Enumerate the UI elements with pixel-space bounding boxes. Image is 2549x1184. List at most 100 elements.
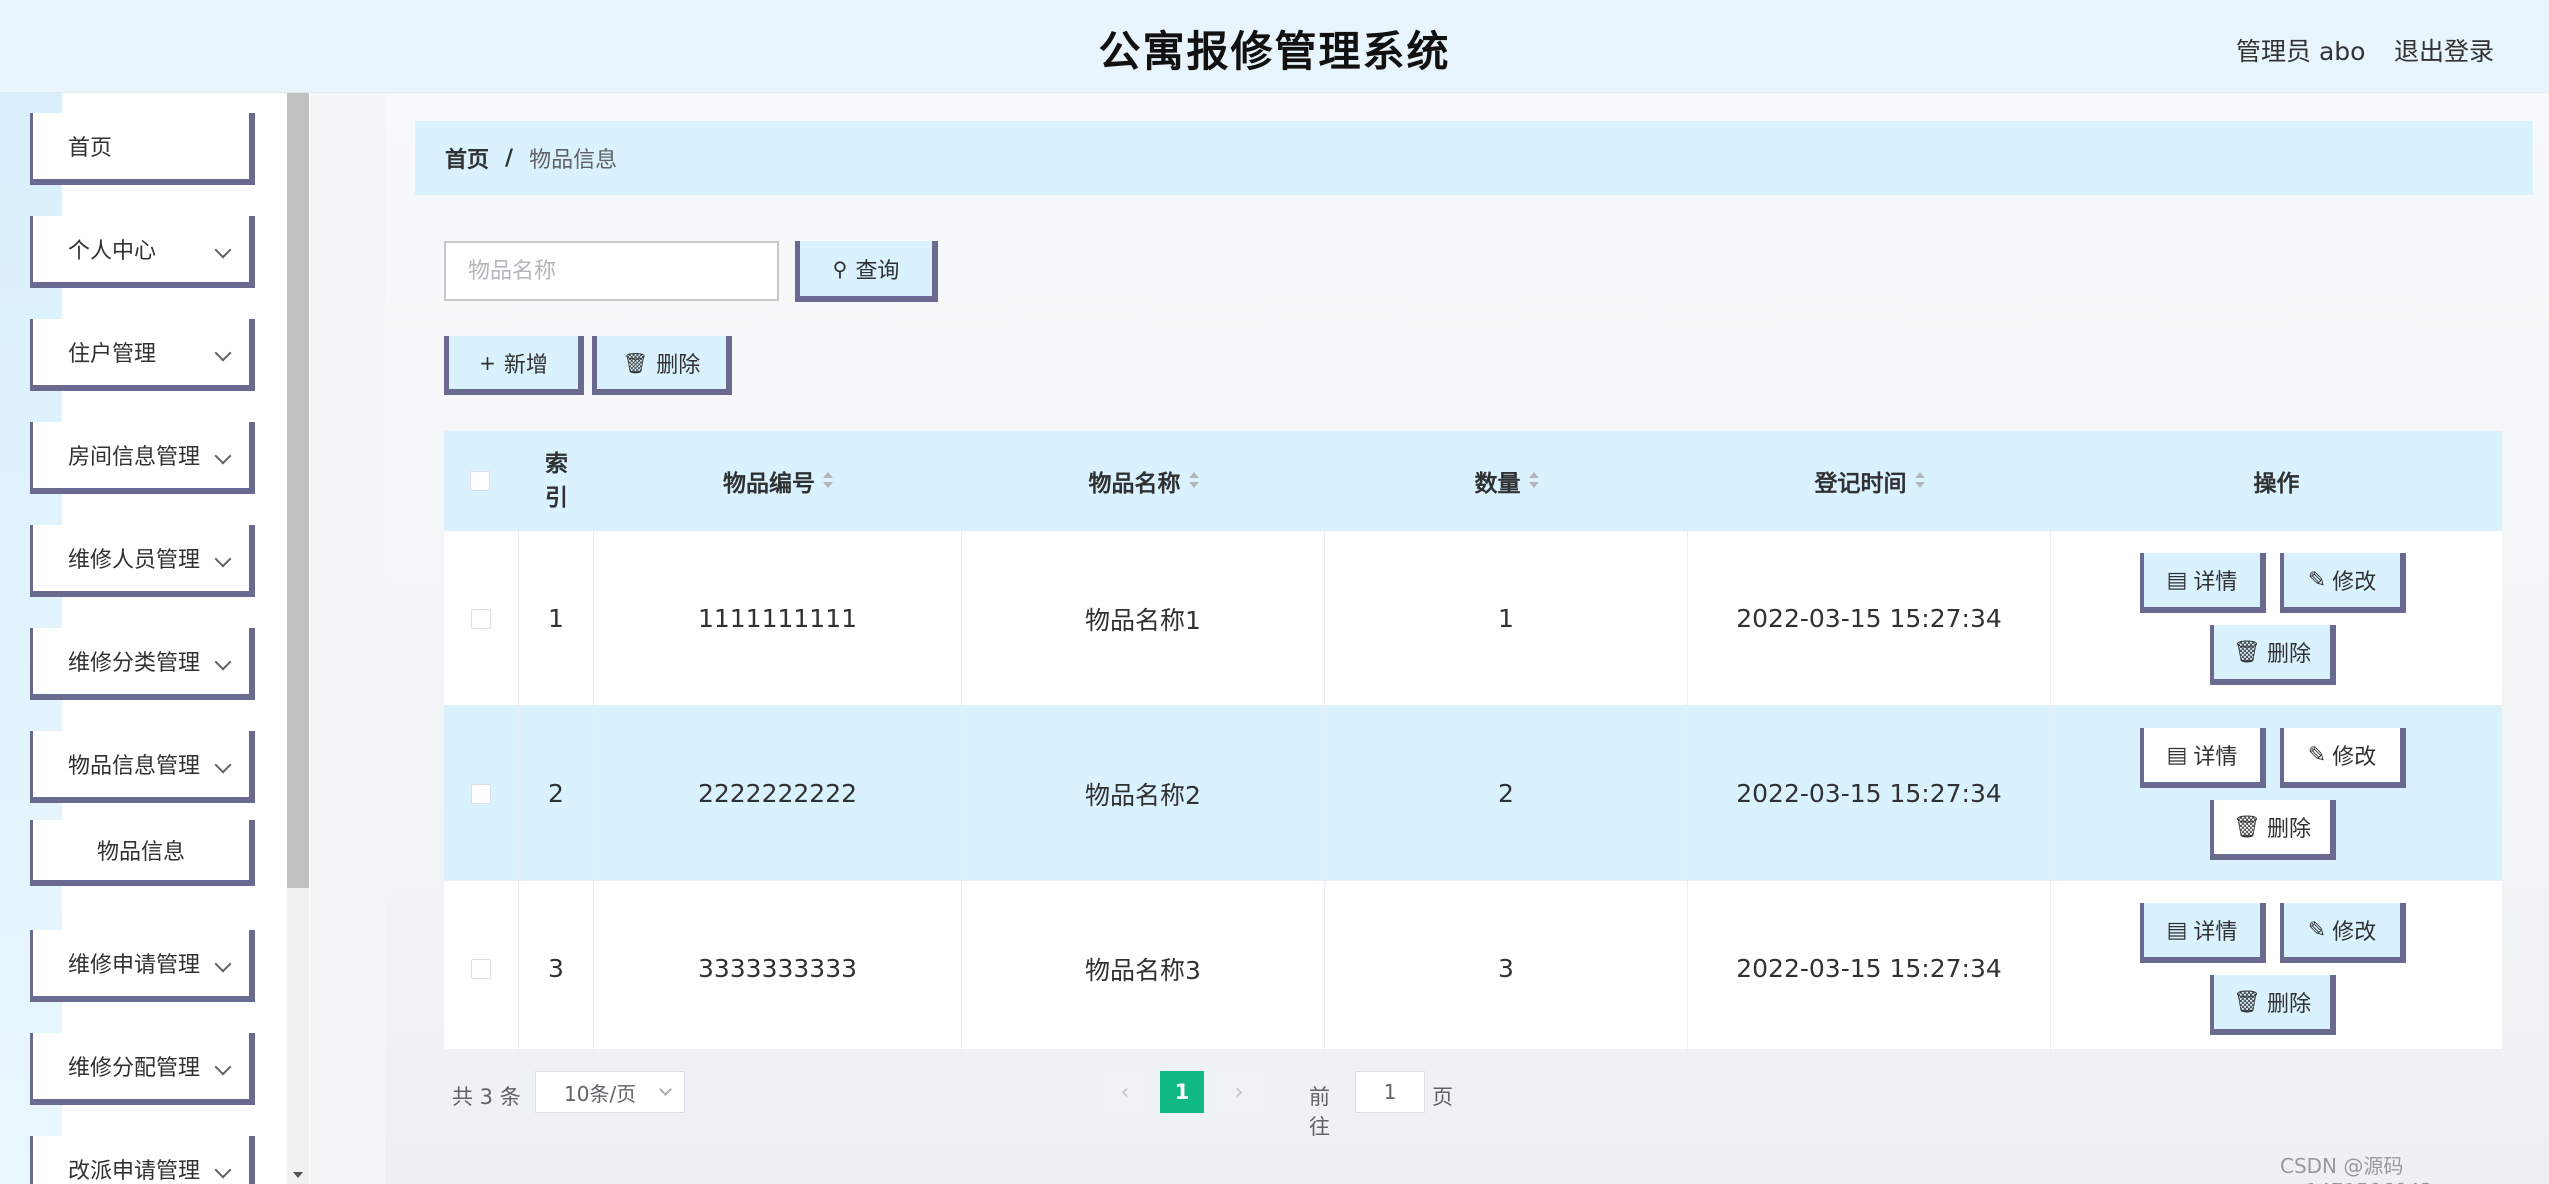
sidebar-item-label: 物品信息管理 (68, 754, 201, 779)
table-row: 3 3333333333 物品名称3 3 2022-03-15 15:27:34… (444, 881, 2502, 1056)
chevron-down-icon (214, 447, 232, 465)
chevron-down-icon (214, 1058, 232, 1076)
sidebar-item-repair-assignment-management[interactable]: 维修分配管理 (30, 1033, 255, 1105)
detail-button[interactable]: ▤ 详情 (2140, 903, 2266, 963)
goto-label: 前往 (1309, 1085, 1330, 1139)
breadcrumb-home[interactable]: 首页 (445, 142, 489, 174)
scroll-down-arrow-icon[interactable] (293, 1172, 303, 1178)
detail-button[interactable]: ▤ 详情 (2140, 553, 2266, 613)
sort-icon[interactable] (823, 472, 833, 490)
item-name-search-input[interactable] (444, 241, 779, 301)
cell-item-name: 物品名称3 (962, 881, 1325, 1056)
edit-button[interactable]: ✎ 修改 (2280, 553, 2406, 613)
chevron-down-icon (214, 653, 232, 671)
sidebar-item-personal-center[interactable]: 个人中心 (30, 216, 255, 288)
sidebar-item-label: 维修分类管理 (68, 651, 201, 676)
next-page-button[interactable]: › (1217, 1071, 1261, 1113)
document-icon: ▤ (2166, 567, 2188, 593)
items-table: 索引 物品编号 物品名称 数量 登记时间 操作 1 1111111111 物品名… (444, 431, 2502, 1056)
query-button-label: 查询 (855, 258, 900, 284)
goto-page-input[interactable] (1355, 1071, 1425, 1113)
chevron-down-icon (214, 756, 232, 774)
trash-icon: 🗑 (2233, 639, 2261, 665)
sidebar-item-label: 维修分配管理 (68, 1056, 201, 1081)
row-checkbox-cell (444, 531, 519, 706)
header-item-code[interactable]: 物品编号 (594, 431, 962, 531)
pagination: 共 3 条 10条/页 ‹ 1 › 前往 页 (452, 1071, 1453, 1139)
cell-item-code: 1111111111 (594, 531, 962, 706)
table-row: 2 2222222222 物品名称2 2 2022-03-15 15:27:34… (444, 706, 2502, 881)
header-register-time[interactable]: 登记时间 (1688, 431, 2051, 531)
sort-icon[interactable] (1914, 472, 1925, 490)
cell-item-name: 物品名称1 (962, 531, 1325, 706)
sidebar-item-resident-management[interactable]: 住户管理 (30, 319, 255, 391)
edit-button[interactable]: ✎ 修改 (2280, 728, 2406, 788)
sort-icon[interactable] (1528, 472, 1539, 490)
breadcrumb-separator: / (505, 145, 514, 171)
main-content: 首页 / 物品信息 ⚲ 查询 + 新增 🗑 删除 索引 物品编号 物品名称 数量 (385, 93, 2549, 1184)
delete-button[interactable]: 🗑 删除 (2210, 975, 2336, 1035)
cell-item-name: 物品名称2 (962, 706, 1325, 881)
row-checkbox[interactable] (471, 783, 491, 804)
cell-item-code: 3333333333 (594, 881, 962, 1056)
sidebar-item-label: 维修人员管理 (68, 548, 201, 573)
sidebar-item-repairer-management[interactable]: 维修人员管理 (30, 525, 255, 597)
sort-icon[interactable] (1188, 472, 1199, 490)
scrollbar-thumb[interactable] (287, 93, 309, 888)
breadcrumb: 首页 / 物品信息 (415, 121, 2533, 195)
sidebar-item-label: 维修申请管理 (68, 953, 201, 978)
sidebar-item-label: 首页 (68, 136, 113, 161)
detail-button[interactable]: ▤ 详情 (2140, 728, 2266, 788)
delete-button[interactable]: 🗑 删除 (2210, 800, 2336, 860)
sidebar-item-home[interactable]: 首页 (30, 113, 255, 185)
cell-register-time: 2022-03-15 15:27:34 (1688, 531, 2051, 706)
plus-icon: + (479, 350, 496, 375)
delete-button[interactable]: 🗑 删除 (2210, 625, 2336, 685)
cell-quantity: 3 (1325, 881, 1688, 1056)
app-title: 公寓报修管理系统 (1098, 27, 1451, 76)
sidebar-item-label: 住户管理 (68, 342, 157, 367)
query-button[interactable]: ⚲ 查询 (795, 241, 938, 302)
sidebar-item-reassign-request-management[interactable]: 改派申请管理 (30, 1136, 255, 1184)
sidebar-item-label: 个人中心 (68, 239, 157, 264)
row-checkbox[interactable] (471, 608, 491, 629)
trash-icon: 🗑 (622, 350, 649, 375)
edit-button[interactable]: ✎ 修改 (2280, 903, 2406, 963)
current-user: 管理员 abo (2236, 37, 2366, 66)
search-icon: ⚲ (832, 256, 848, 281)
row-checkbox[interactable] (471, 958, 491, 979)
page-size-select[interactable]: 10条/页 (535, 1071, 685, 1113)
prev-page-button[interactable]: ‹ (1103, 1071, 1147, 1113)
document-icon: ▤ (2166, 917, 2188, 943)
add-button[interactable]: + 新增 (444, 336, 584, 395)
watermark: CSDN @源码qq1471506043 (2280, 1154, 2433, 1184)
goto-suffix: 页 (1432, 1085, 1453, 1109)
sidebar-item-repair-request-management[interactable]: 维修申请管理 (30, 930, 255, 1002)
cell-quantity: 2 (1325, 706, 1688, 881)
chevron-down-icon (214, 550, 232, 568)
sidebar-subitem-item-info[interactable]: 物品信息 (30, 820, 255, 886)
logout-link[interactable]: 退出登录 (2394, 32, 2494, 68)
chevron-down-icon (214, 241, 232, 259)
sidebar-item-repair-category-management[interactable]: 维修分类管理 (30, 628, 255, 700)
sidebar-item-label: 物品信息 (96, 840, 185, 865)
breadcrumb-current: 物品信息 (529, 148, 618, 173)
header-item-name[interactable]: 物品名称 (962, 431, 1325, 531)
chevron-down-icon (659, 1083, 672, 1096)
chevron-left-icon: ‹ (1120, 1079, 1130, 1105)
total-count: 共 3 条 (452, 1085, 521, 1109)
cell-register-time: 2022-03-15 15:27:34 (1688, 881, 2051, 1056)
batch-delete-button[interactable]: 🗑 删除 (592, 336, 732, 395)
select-all-checkbox[interactable] (470, 471, 490, 491)
add-button-label: 新增 (503, 352, 548, 378)
pencil-icon: ✎ (2307, 917, 2327, 943)
sidebar-item-item-management[interactable]: 物品信息管理 (30, 731, 255, 803)
sidebar-item-room-management[interactable]: 房间信息管理 (30, 422, 255, 494)
page-number-active[interactable]: 1 (1160, 1071, 1204, 1113)
header-quantity[interactable]: 数量 (1325, 431, 1688, 531)
cell-index: 3 (519, 881, 594, 1056)
batch-delete-button-label: 删除 (656, 352, 701, 378)
cell-register-time: 2022-03-15 15:27:34 (1688, 706, 2051, 881)
sidebar-item-label: 房间信息管理 (68, 445, 201, 470)
sidebar-scrollbar[interactable] (287, 93, 309, 1184)
